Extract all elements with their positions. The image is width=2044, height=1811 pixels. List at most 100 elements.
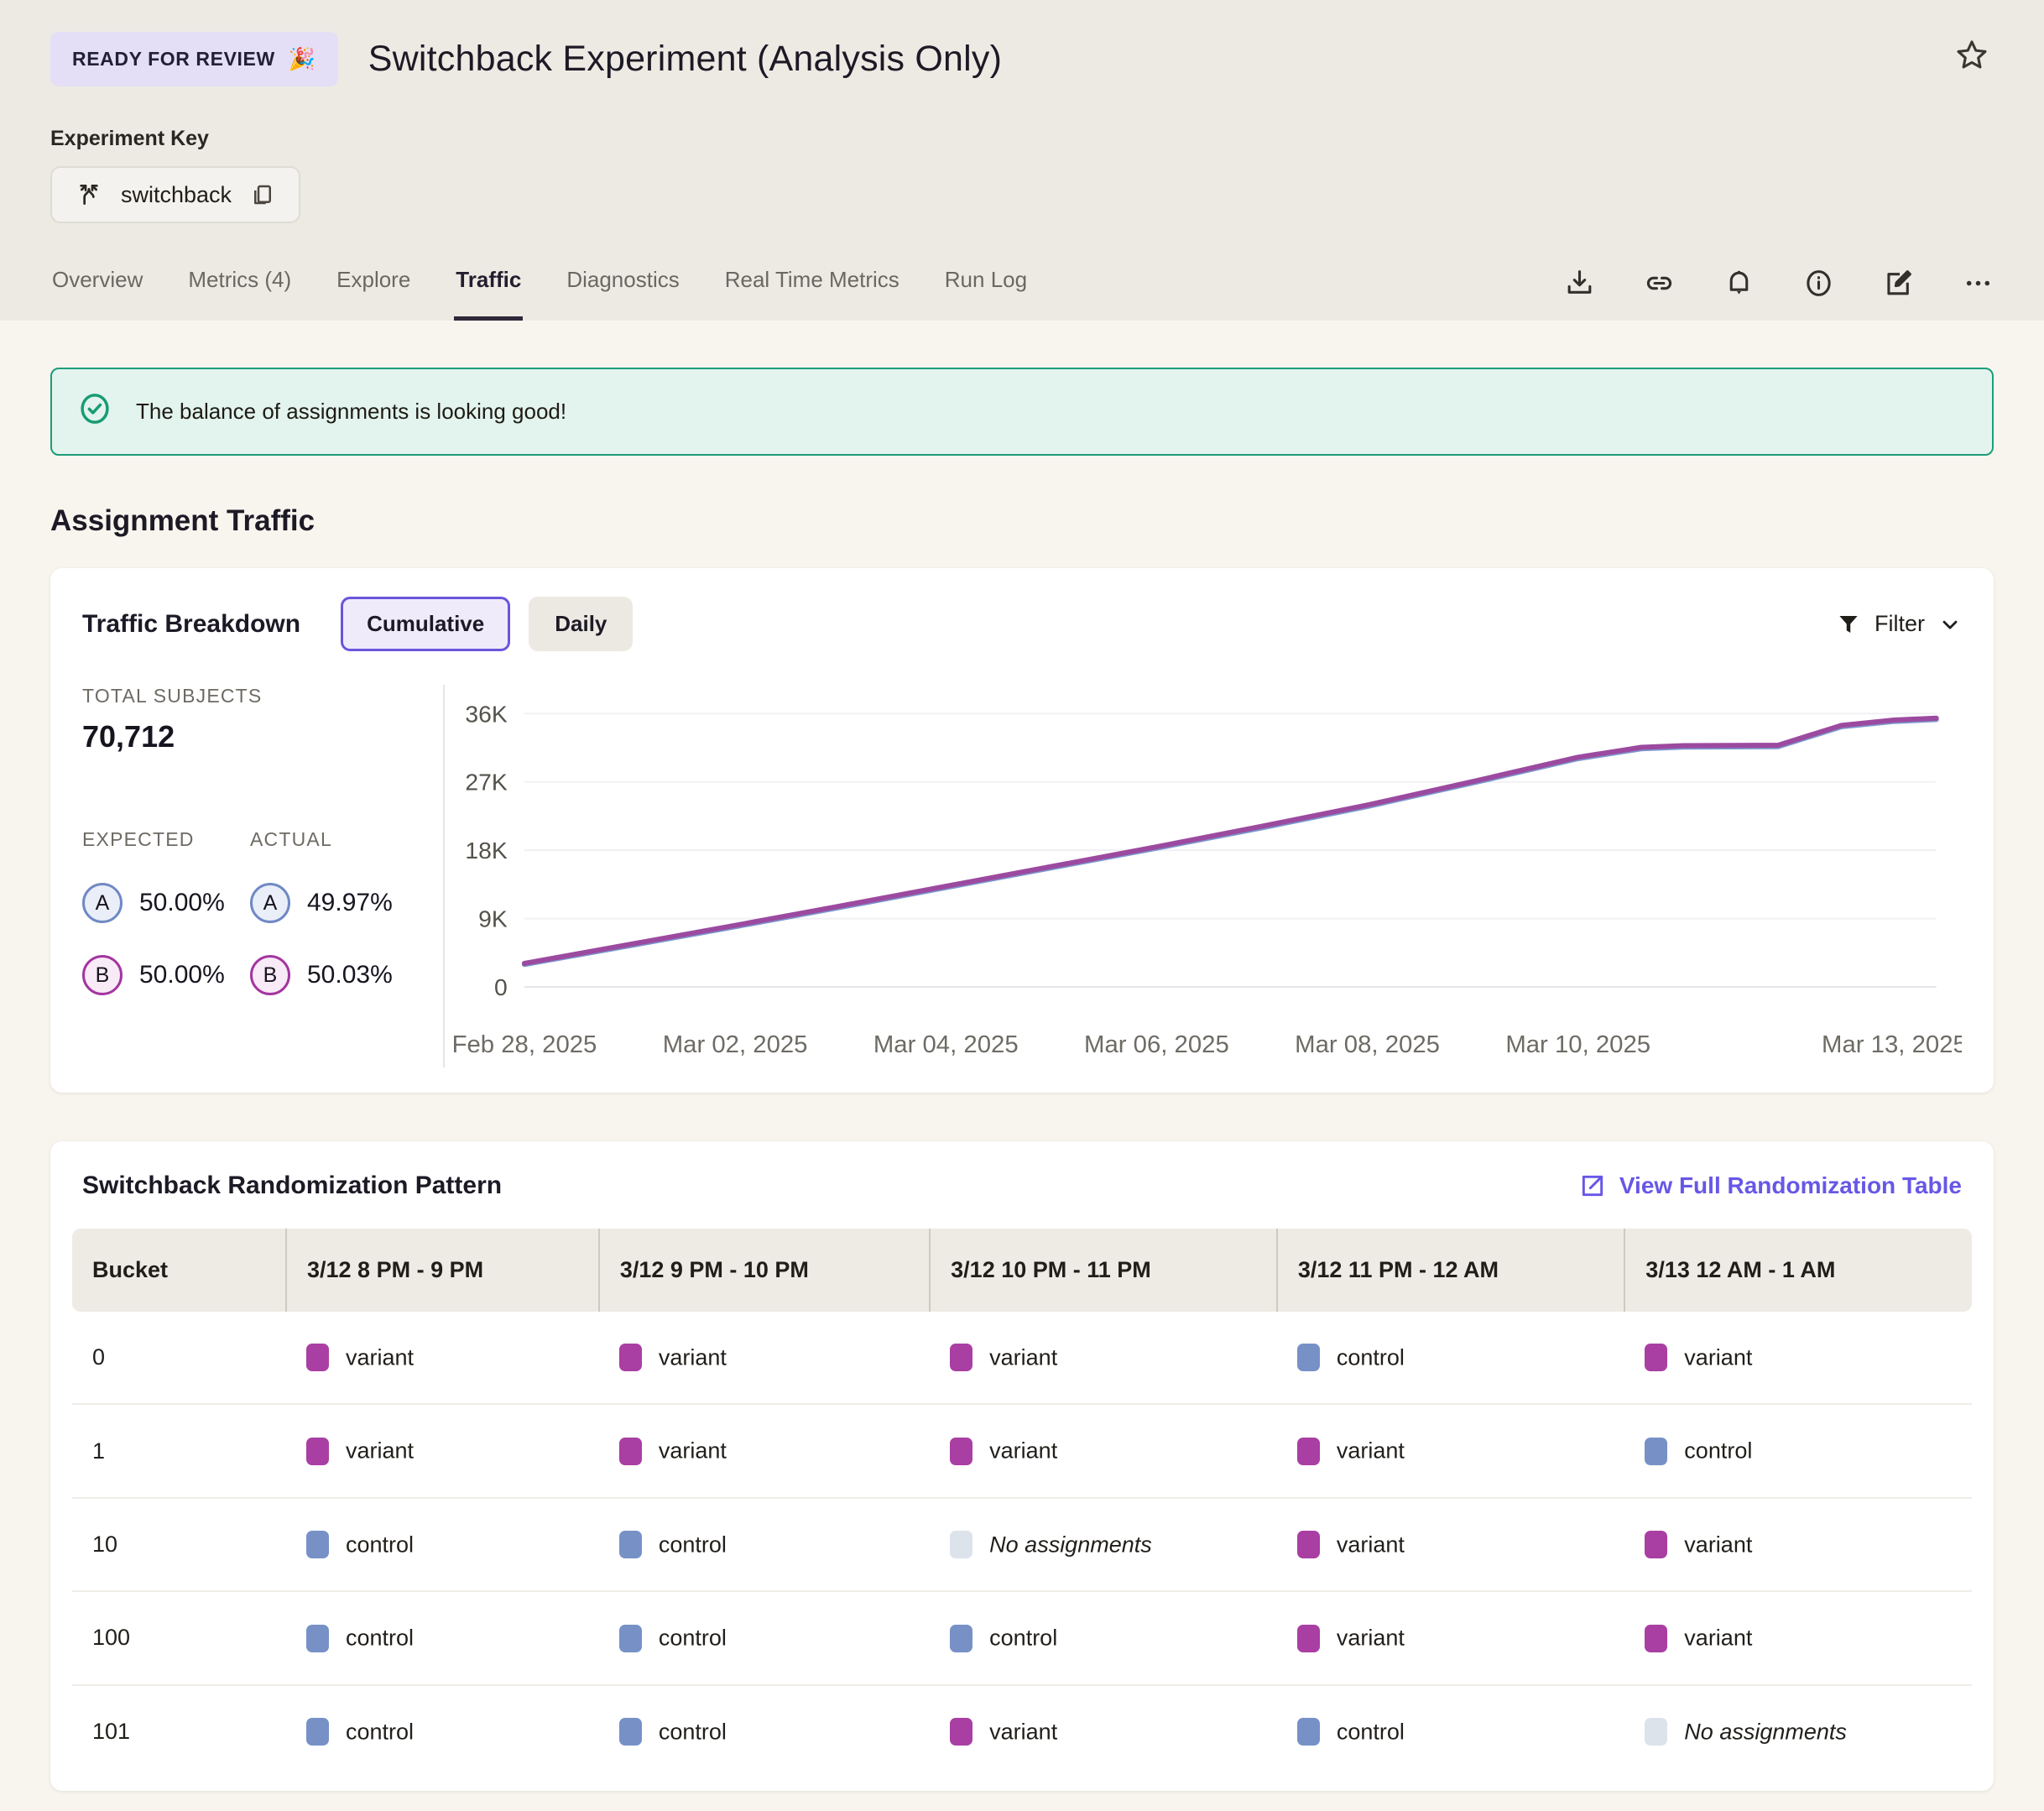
traffic-card-body: TOTAL SUBJECTS 70,712 EXPECTED A 50.00% … xyxy=(82,685,1962,1067)
title-row: READY FOR REVIEW 🎉 Switchback Experiment… xyxy=(50,32,1994,86)
cumulative-toggle[interactable]: Cumulative xyxy=(341,597,510,651)
assignment-label: variant xyxy=(1337,1532,1405,1557)
variant-a-circle: A xyxy=(82,883,123,923)
assignment-label: control xyxy=(346,1626,414,1651)
assignment-cell: variant xyxy=(1277,1404,1624,1497)
assignment-cell: variant xyxy=(286,1404,599,1497)
header-toolbar xyxy=(1564,268,1994,321)
info-button[interactable] xyxy=(1803,268,1834,299)
variant-chip xyxy=(619,1438,642,1465)
actual-b-value: 50.03% xyxy=(307,961,393,989)
variant-chip xyxy=(950,1438,972,1465)
view-full-randomization-table-link[interactable]: View Full Randomization Table xyxy=(1579,1172,1962,1199)
control-chip xyxy=(619,1625,642,1652)
bucket-cell: 10 xyxy=(72,1498,286,1591)
view-toggle-group: Cumulative Daily xyxy=(341,597,633,651)
tab-run-log[interactable]: Run Log xyxy=(943,267,1029,321)
variant-chip xyxy=(306,1344,329,1371)
tab-metrics[interactable]: Metrics (4) xyxy=(186,267,293,321)
randomization-link-label: View Full Randomization Table xyxy=(1619,1172,1962,1199)
filter-button[interactable]: Filter xyxy=(1836,611,1962,637)
assignment-label: control xyxy=(659,1719,727,1744)
assignment-label: control xyxy=(1684,1438,1752,1464)
expected-b-value: 50.00% xyxy=(139,961,225,989)
control-chip xyxy=(1297,1718,1320,1746)
assignment-label: variant xyxy=(1684,1344,1752,1370)
assignment-cell: control xyxy=(1624,1404,1972,1497)
party-popper-icon: 🎉 xyxy=(289,46,316,72)
assignment-label: variant xyxy=(659,1344,727,1370)
assignment-label: variant xyxy=(1337,1438,1405,1464)
tab-traffic[interactable]: Traffic xyxy=(454,267,523,321)
assignment-label: control xyxy=(659,1626,727,1651)
copy-icon[interactable] xyxy=(250,182,275,207)
tab-real-time-metrics[interactable]: Real Time Metrics xyxy=(723,267,901,321)
assignment-label: variant xyxy=(659,1438,727,1464)
column-header-time-window: 3/12 8 PM - 9 PM xyxy=(286,1229,599,1312)
bucket-cell: 101 xyxy=(72,1685,286,1777)
assignment-label: No assignments xyxy=(989,1532,1152,1557)
tab-diagnostics[interactable]: Diagnostics xyxy=(565,267,680,321)
favorite-star-button[interactable] xyxy=(1953,37,1990,76)
assignment-cell: No assignments xyxy=(930,1498,1277,1591)
experiment-key-chip[interactable]: switchback xyxy=(50,166,300,223)
edit-button[interactable] xyxy=(1883,268,1914,299)
column-header-time-window: 3/12 9 PM - 10 PM xyxy=(599,1229,930,1312)
assignment-cell: variant xyxy=(1624,1498,1972,1591)
svg-text:Mar 08, 2025: Mar 08, 2025 xyxy=(1295,1031,1440,1058)
assignment-cell: control xyxy=(599,1685,930,1777)
page-title: Switchback Experiment (Analysis Only) xyxy=(368,39,1002,80)
svg-text:36K: 36K xyxy=(465,701,508,727)
assignment-label: control xyxy=(346,1532,414,1557)
no-assignment-chip xyxy=(950,1531,972,1558)
svg-text:9K: 9K xyxy=(478,906,508,932)
control-chip xyxy=(306,1625,329,1652)
share-link-button[interactable] xyxy=(1644,268,1675,299)
variant-chip xyxy=(1297,1531,1320,1558)
assignment-label: variant xyxy=(989,1719,1057,1744)
assignment-label: variant xyxy=(989,1344,1057,1370)
variant-chip xyxy=(306,1438,329,1465)
traffic-stats-column: TOTAL SUBJECTS 70,712 EXPECTED A 50.00% … xyxy=(82,685,445,1067)
control-chip xyxy=(306,1531,329,1558)
assignment-cell: variant xyxy=(599,1312,930,1404)
actual-a-row: A 49.97% xyxy=(250,883,418,923)
assignment-cell: variant xyxy=(1624,1312,1972,1404)
assignment-label: control xyxy=(989,1626,1057,1651)
variant-chip xyxy=(950,1344,972,1371)
assignment-label: variant xyxy=(1684,1532,1752,1557)
expected-b-row: B 50.00% xyxy=(82,955,250,995)
column-header-time-window: 3/12 11 PM - 12 AM xyxy=(1277,1229,1624,1312)
svg-text:Mar 04, 2025: Mar 04, 2025 xyxy=(873,1031,1019,1058)
tab-explore[interactable]: Explore xyxy=(335,267,412,321)
assignment-cell: variant xyxy=(930,1685,1277,1777)
download-button[interactable] xyxy=(1564,268,1595,299)
assignment-cell: variant xyxy=(1277,1498,1624,1591)
assignment-label: variant xyxy=(1337,1626,1405,1651)
assignment-cell: control xyxy=(286,1591,599,1684)
variant-chip xyxy=(1645,1344,1667,1371)
column-header-bucket: Bucket xyxy=(72,1229,286,1312)
assignment-cell: control xyxy=(1277,1312,1624,1404)
experiment-key-label: Experiment Key xyxy=(50,127,1994,151)
daily-toggle[interactable]: Daily xyxy=(529,597,633,651)
actual-a-value: 49.97% xyxy=(307,889,393,917)
randomization-table: Bucket3/12 8 PM - 9 PM3/12 9 PM - 10 PM 3… xyxy=(72,1229,1972,1777)
assignment-label: control xyxy=(659,1532,727,1557)
balance-success-banner: The balance of assignments is looking go… xyxy=(50,368,1994,456)
expected-column: EXPECTED A 50.00% B 50.00% xyxy=(82,828,250,995)
tab-overview[interactable]: Overview xyxy=(50,267,144,321)
assignment-label: variant xyxy=(346,1344,414,1370)
variant-chip xyxy=(1645,1625,1667,1652)
funnel-icon xyxy=(1836,612,1861,637)
control-chip xyxy=(1297,1344,1320,1371)
star-icon xyxy=(1953,64,1990,76)
actual-label: ACTUAL xyxy=(250,828,418,851)
assignment-cell: variant xyxy=(930,1312,1277,1404)
assignment-label: variant xyxy=(989,1438,1057,1464)
download-icon xyxy=(1564,289,1595,301)
notifications-button[interactable] xyxy=(1723,268,1755,299)
more-button[interactable] xyxy=(1963,268,1994,299)
assignment-cell: control xyxy=(1277,1685,1624,1777)
bucket-cell: 100 xyxy=(72,1591,286,1684)
